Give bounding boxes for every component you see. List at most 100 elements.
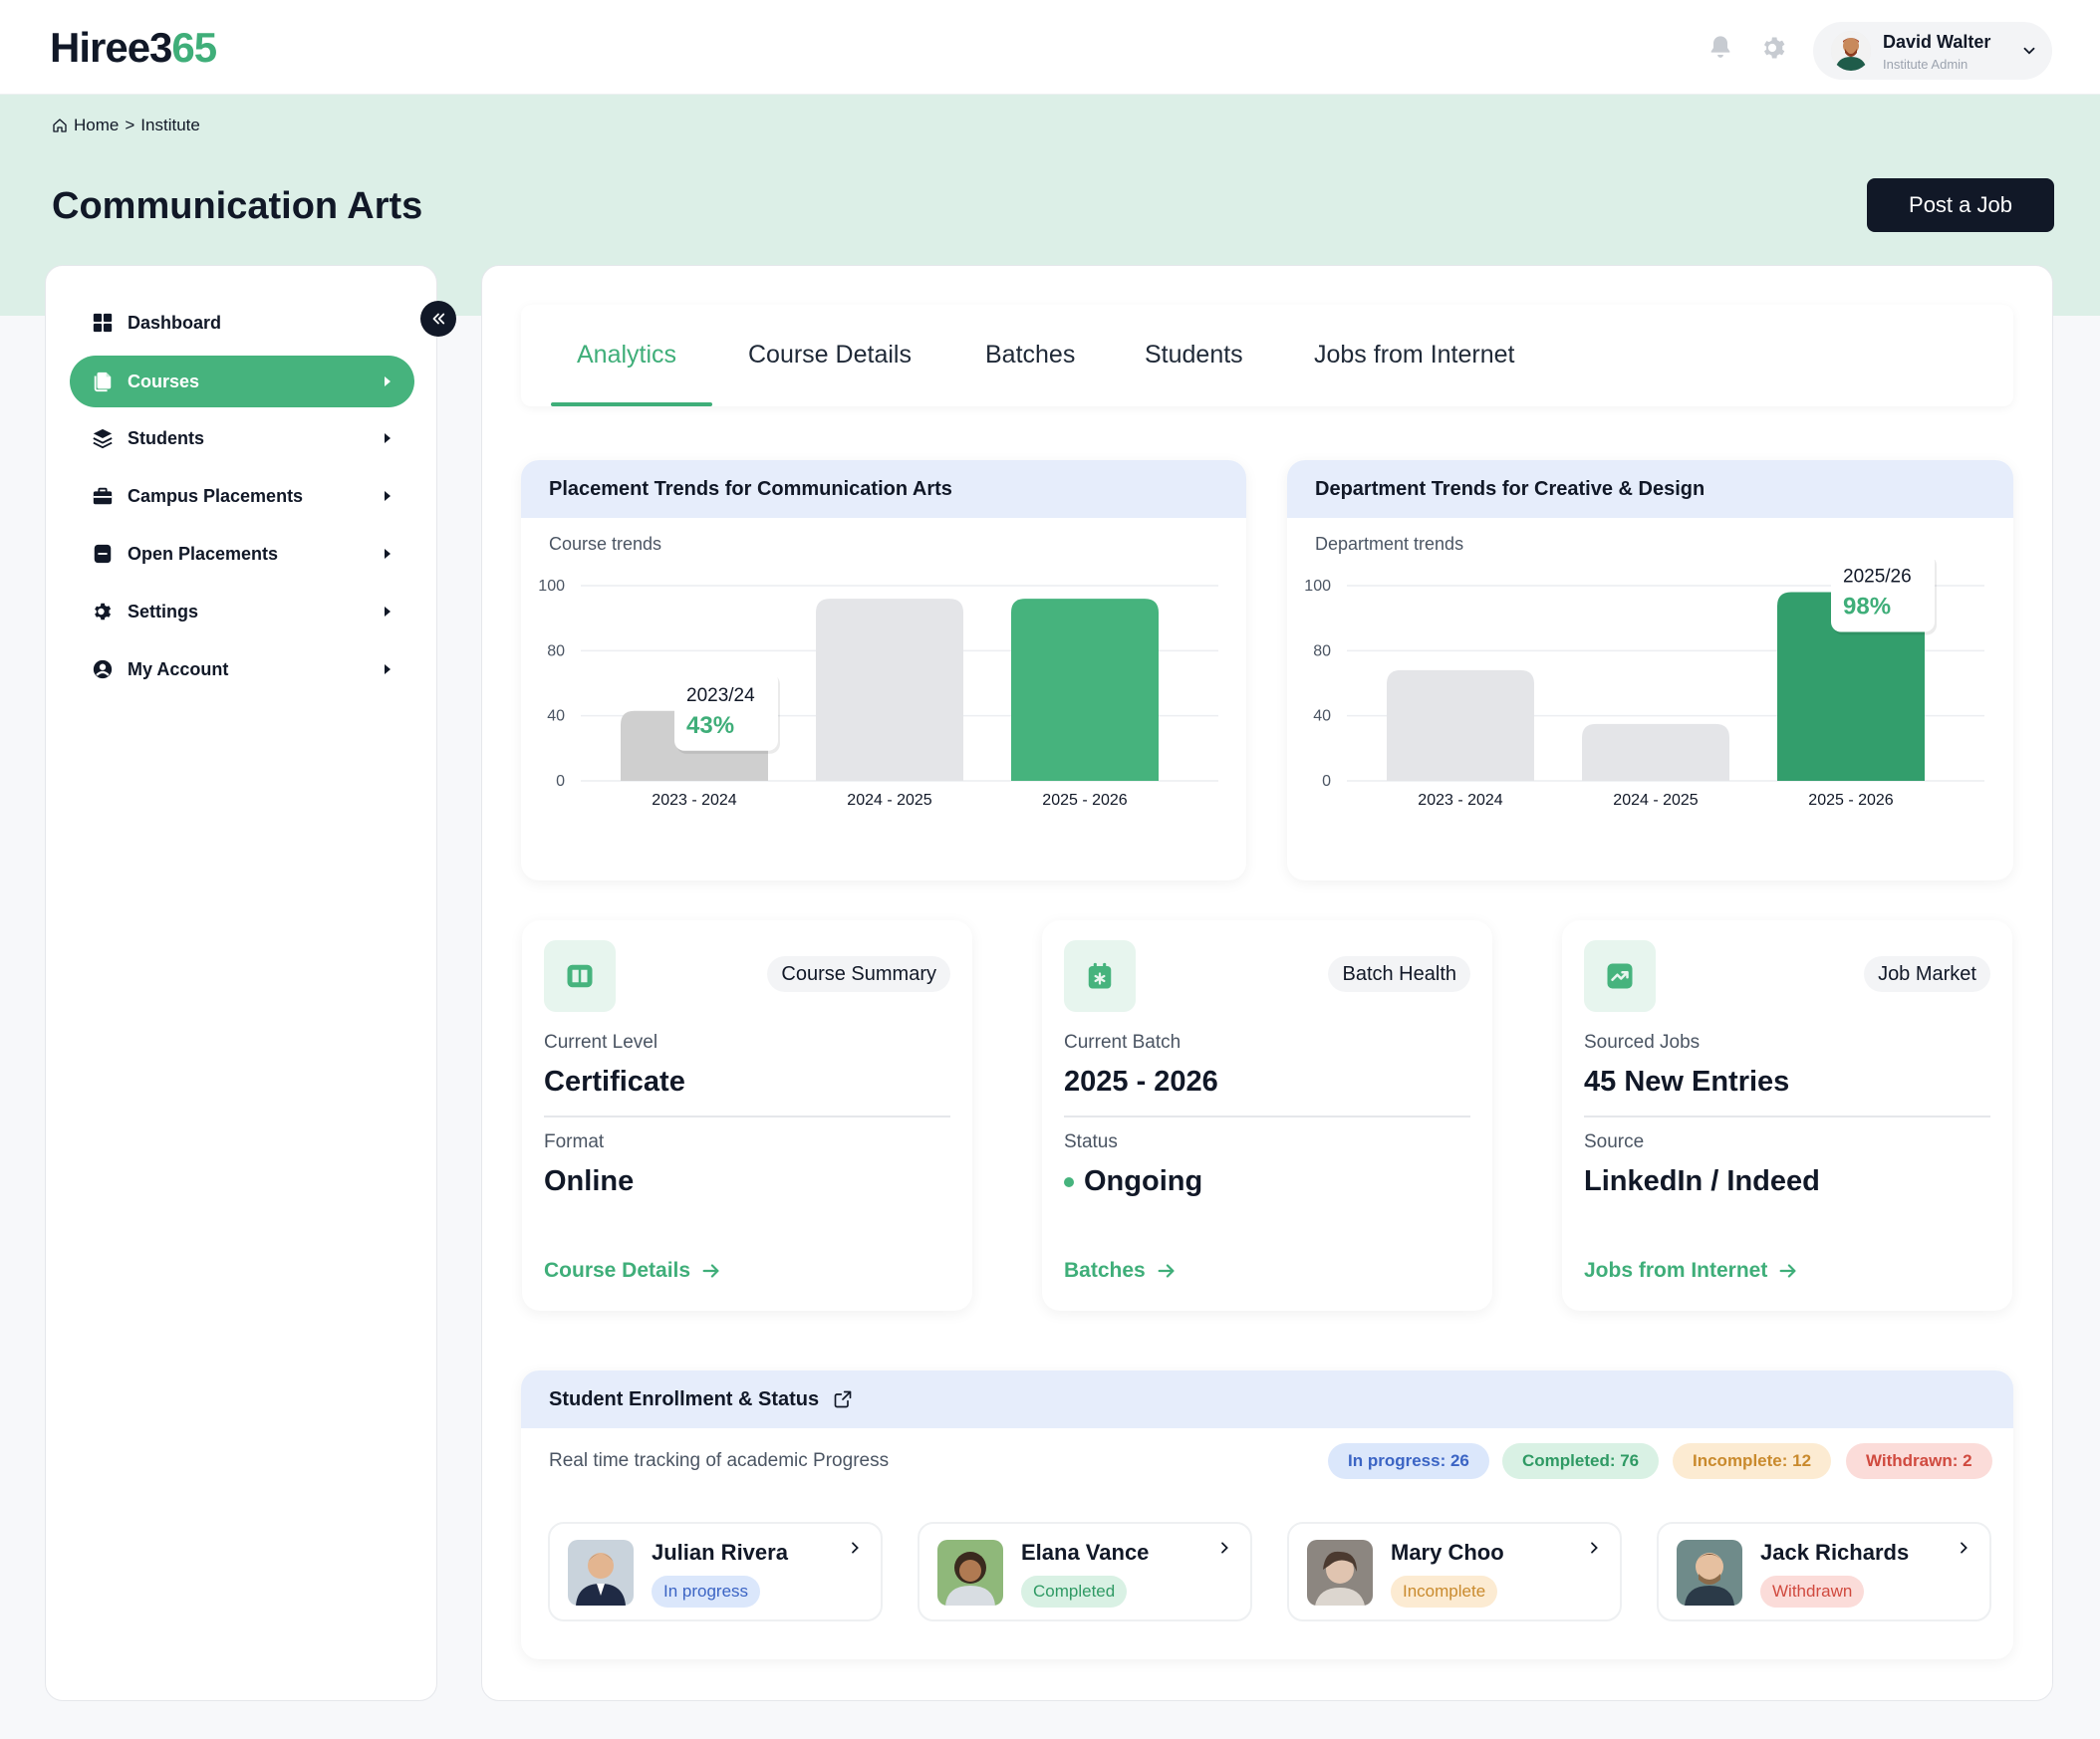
x-tick-label: 2024 - 2025 xyxy=(1613,792,1699,809)
sidebar-item-open-placements[interactable]: Open Placements xyxy=(70,528,414,580)
breadcrumb: Home > Institute xyxy=(52,116,200,135)
page-title: Communication Arts xyxy=(52,185,423,227)
y-tick-label: 0 xyxy=(556,773,565,790)
avatar xyxy=(1831,31,1871,71)
student-name: Julian Rivera xyxy=(652,1540,788,1565)
card-title: Department Trends for Creative & Design xyxy=(1287,460,2013,518)
chevron-right-icon xyxy=(1961,1542,1968,1554)
chart-tooltip: 2025/26 98% xyxy=(1831,560,1937,635)
folder-icon xyxy=(94,544,112,564)
tab-bar: Analytics Course Details Batches Student… xyxy=(521,305,2013,406)
caret-right-icon xyxy=(385,433,391,443)
layers-icon xyxy=(93,428,113,449)
logo[interactable]: Hiree365 xyxy=(50,24,217,72)
student-status-badge: Incomplete xyxy=(1391,1576,1498,1608)
student-name: Jack Richards xyxy=(1760,1540,1910,1565)
chevron-right-icon xyxy=(1221,1542,1228,1554)
chevron-right-icon xyxy=(1591,1542,1598,1554)
x-tick-label: 2024 - 2025 xyxy=(847,792,932,809)
caret-right-icon xyxy=(385,664,391,674)
source-value: LinkedIn / Indeed xyxy=(1584,1165,1820,1197)
student-status-badge: Completed xyxy=(1021,1576,1128,1608)
current-batch-label: Current Batch xyxy=(1064,1032,1181,1053)
trend-icon xyxy=(1584,940,1656,1012)
breadcrumb-home[interactable]: Home xyxy=(74,116,119,135)
link-label: Batches xyxy=(1064,1259,1146,1282)
chart-tooltip: 2023/24 43% xyxy=(674,670,780,754)
student-photo xyxy=(937,1540,1003,1606)
bar[interactable] xyxy=(1387,669,1534,781)
sourced-jobs-value: 45 New Entries xyxy=(1584,1066,1790,1098)
post-job-button[interactable]: Post a Job xyxy=(1867,178,2054,232)
caret-right-icon xyxy=(385,376,391,386)
breadcrumb-current[interactable]: Institute xyxy=(140,116,200,135)
student-card[interactable]: Julian Rivera In progress xyxy=(548,1522,883,1621)
files-icon xyxy=(94,372,112,392)
card-header: Student Enrollment & Status xyxy=(521,1370,2013,1428)
current-batch-value: 2025 - 2026 xyxy=(1064,1066,1218,1098)
student-status-badge: Withdrawn xyxy=(1760,1576,1865,1608)
chevron-down-icon[interactable] xyxy=(2020,42,2038,60)
student-photo xyxy=(1677,1540,1742,1606)
external-link-icon[interactable] xyxy=(833,1389,853,1409)
home-icon[interactable] xyxy=(52,118,68,133)
tab-jobs-from-internet[interactable]: Jobs from Internet xyxy=(1314,341,1514,370)
arrow-right-icon xyxy=(1158,1264,1175,1278)
sidebar-item-label: Open Placements xyxy=(128,543,279,564)
y-tick-label: 100 xyxy=(1304,578,1331,595)
grid-icon xyxy=(93,313,113,333)
sidebar-item-settings[interactable]: Settings xyxy=(70,586,414,637)
source-label: Source xyxy=(1584,1131,1645,1152)
x-tick-label: 2023 - 2024 xyxy=(652,792,737,809)
breadcrumb-separator: > xyxy=(125,116,135,134)
tab-batches[interactable]: Batches xyxy=(985,341,1075,370)
jobs-from-internet-link[interactable]: Jobs from Internet xyxy=(1584,1259,1799,1283)
bar[interactable] xyxy=(1011,599,1159,781)
student-status-badge: In progress xyxy=(652,1576,761,1608)
current-level-value: Certificate xyxy=(544,1066,685,1098)
user-menu[interactable]: David Walter Institute Admin xyxy=(1813,22,2052,80)
sidebar-item-label: My Account xyxy=(128,658,229,679)
department-trends-card: Department Trends for Creative & Design … xyxy=(1287,460,2013,880)
chevron-right-icon xyxy=(852,1542,859,1554)
card-title: Placement Trends for Communication Arts xyxy=(521,460,1246,518)
course-details-link[interactable]: Course Details xyxy=(544,1259,722,1283)
sourced-jobs-label: Sourced Jobs xyxy=(1584,1032,1701,1053)
card-subtitle: Real time tracking of academic Progress xyxy=(549,1450,890,1471)
tab-course-details[interactable]: Course Details xyxy=(748,341,912,370)
y-tick-label: 80 xyxy=(547,642,565,659)
incomplete-count-badge: Incomplete: 12 xyxy=(1673,1443,1832,1479)
card-tag: Job Market xyxy=(1864,956,1990,992)
bar[interactable] xyxy=(1582,723,1729,781)
student-card[interactable]: Mary Choo Incomplete xyxy=(1287,1522,1622,1621)
arrow-right-icon xyxy=(1779,1264,1796,1278)
student-photo xyxy=(1307,1540,1373,1606)
sidebar-item-courses[interactable]: Courses xyxy=(70,356,414,407)
job-market-card: Job Market Sourced Jobs 45 New Entries S… xyxy=(1562,920,2012,1311)
batches-link[interactable]: Batches xyxy=(1064,1259,1178,1283)
tab-students[interactable]: Students xyxy=(1145,341,1243,370)
in-progress-count-badge: In progress: 26 xyxy=(1328,1443,1489,1479)
gear-icon[interactable] xyxy=(1760,34,1788,62)
tab-analytics[interactable]: Analytics xyxy=(577,341,676,370)
bell-icon[interactable] xyxy=(1706,34,1734,62)
collapse-sidebar-button[interactable] xyxy=(420,301,456,337)
completed-count-badge: Completed: 76 xyxy=(1502,1443,1660,1479)
sidebar-item-label: Courses xyxy=(128,371,200,391)
sidebar-item-label: Settings xyxy=(128,601,199,621)
student-card[interactable]: Jack Richards Withdrawn xyxy=(1657,1522,1991,1621)
sidebar-item-label: Students xyxy=(128,427,205,448)
divider xyxy=(544,1116,950,1118)
caret-right-icon xyxy=(385,491,391,501)
sidebar-item-campus-placements[interactable]: Campus Placements xyxy=(70,470,414,522)
bar[interactable] xyxy=(816,599,963,781)
student-name: Mary Choo xyxy=(1391,1540,1504,1565)
sidebar-item-dashboard[interactable]: Dashboard xyxy=(70,297,414,349)
top-bar: Hiree365 David Walter Institute Admin xyxy=(0,0,2100,95)
sidebar-item-my-account[interactable]: My Account xyxy=(70,643,414,695)
student-card[interactable]: Elana Vance Completed xyxy=(918,1522,1252,1621)
current-level-label: Current Level xyxy=(544,1032,658,1053)
status-text: Ongoing xyxy=(1084,1165,1203,1197)
student-photo xyxy=(568,1540,634,1606)
sidebar-item-students[interactable]: Students xyxy=(70,412,414,464)
